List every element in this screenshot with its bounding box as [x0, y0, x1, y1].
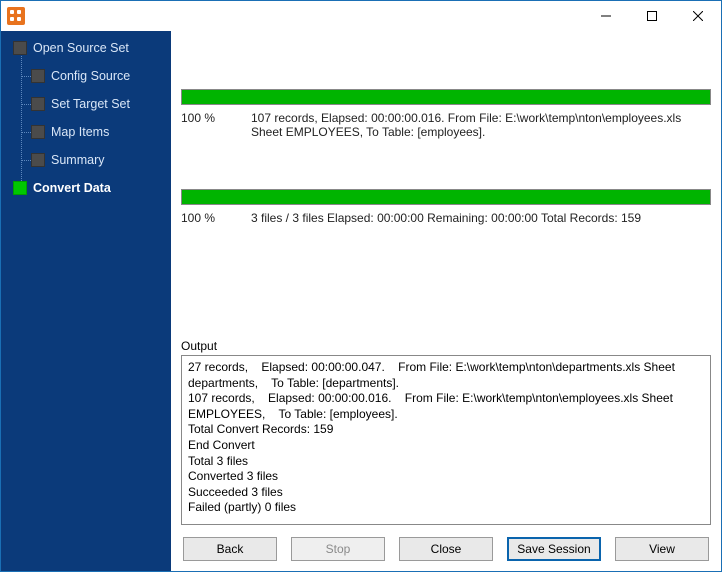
- step-marker-icon: [31, 125, 45, 139]
- tree-connector-line: [21, 51, 22, 195]
- step-label: Config Source: [51, 69, 130, 83]
- minimize-button[interactable]: [583, 1, 629, 31]
- overall-progress-percent: 100 %: [181, 211, 241, 225]
- step-label: Map Items: [51, 125, 109, 139]
- close-icon: [693, 11, 703, 21]
- overall-progress-fill: [182, 190, 710, 204]
- maximize-icon: [647, 11, 657, 21]
- step-label: Convert Data: [33, 181, 111, 195]
- output-log[interactable]: 27 records, Elapsed: 00:00:00.047. From …: [181, 355, 711, 525]
- app-window: Open Source Set Config Source Set Target…: [0, 0, 722, 572]
- file-progress-fill: [182, 90, 710, 104]
- view-button[interactable]: View: [615, 537, 709, 561]
- output-label: Output: [181, 339, 711, 353]
- file-progress-details: 107 records, Elapsed: 00:00:00.016. From…: [251, 111, 711, 139]
- back-button[interactable]: Back: [183, 537, 277, 561]
- file-progress-percent: 100 %: [181, 111, 241, 139]
- save-session-button[interactable]: Save Session: [507, 537, 601, 561]
- step-marker-icon: [31, 69, 45, 83]
- maximize-button[interactable]: [629, 1, 675, 31]
- step-marker-icon: [13, 181, 27, 195]
- close-button[interactable]: Close: [399, 537, 493, 561]
- step-label: Set Target Set: [51, 97, 130, 111]
- close-window-button[interactable]: [675, 1, 721, 31]
- overall-progress-details: 3 files / 3 files Elapsed: 00:00:00 Rema…: [251, 211, 711, 225]
- step-map-items[interactable]: Map Items: [31, 125, 165, 139]
- step-marker-icon: [31, 153, 45, 167]
- button-row: Back Stop Close Save Session View: [181, 537, 711, 561]
- step-label: Summary: [51, 153, 104, 167]
- step-summary[interactable]: Summary: [31, 153, 165, 167]
- wizard-sidebar: Open Source Set Config Source Set Target…: [1, 31, 171, 571]
- step-marker-icon: [13, 41, 27, 55]
- step-config-source[interactable]: Config Source: [31, 69, 165, 83]
- titlebar: [1, 1, 721, 31]
- step-marker-icon: [31, 97, 45, 111]
- main-panel: 100 % 107 records, Elapsed: 00:00:00.016…: [171, 31, 721, 571]
- step-set-target-set[interactable]: Set Target Set: [31, 97, 165, 111]
- overall-progress-bar: [181, 189, 711, 205]
- stop-button: Stop: [291, 537, 385, 561]
- file-progress-bar: [181, 89, 711, 105]
- step-open-source-set[interactable]: Open Source Set: [13, 41, 165, 55]
- app-icon: [7, 7, 25, 25]
- minimize-icon: [601, 11, 611, 21]
- step-label: Open Source Set: [33, 41, 129, 55]
- step-convert-data[interactable]: Convert Data: [13, 181, 165, 195]
